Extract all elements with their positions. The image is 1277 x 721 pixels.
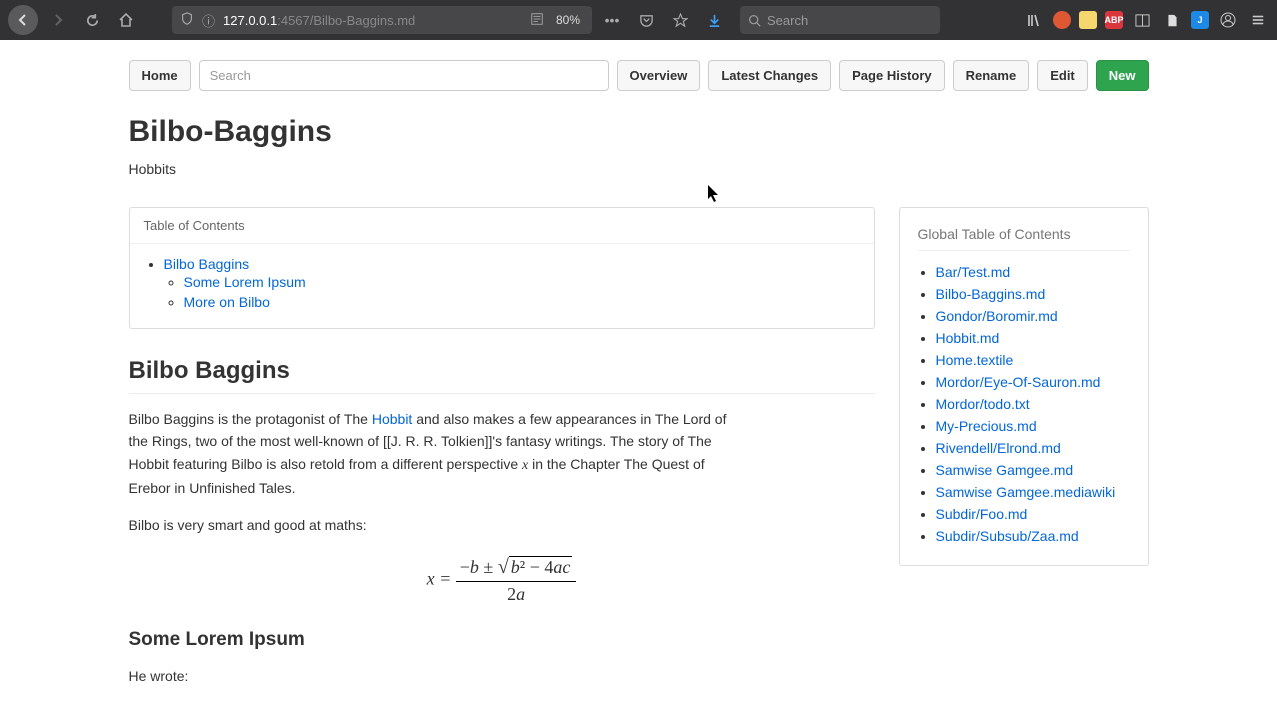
list-item: My-Precious.md [936,415,1130,437]
info-icon[interactable]: ⓘ [202,11,215,30]
gtoc-link[interactable]: Subdir/Foo.md [936,506,1028,522]
latest-changes-button[interactable]: Latest Changes [708,60,831,91]
list-item: Gondor/Boromir.md [936,305,1130,327]
paragraph: He wrote: [129,665,729,687]
wiki-toolbar: Home Overview Latest Changes Page Histor… [129,60,1149,91]
abp-icon[interactable]: ABP [1105,11,1123,29]
browser-toolbar: ⓘ 127.0.0.1:4567/Bilbo-Baggins.md 80% ••… [0,0,1277,40]
zoom-level[interactable]: 80% [552,13,584,27]
section-heading: Some Lorem Ipsum [129,629,875,651]
toc-item: Some Lorem Ipsum [184,272,860,292]
list-item: Subdir/Foo.md [936,503,1130,525]
forward-button[interactable] [44,6,72,34]
rename-button[interactable]: Rename [953,60,1030,91]
browser-search-bar[interactable]: Search [740,6,940,34]
gtoc-link[interactable]: Rivendell/Elrond.md [936,440,1061,456]
toc-item: Bilbo Baggins Some Lorem Ipsum More on B… [164,254,860,314]
gtoc-link[interactable]: Subdir/Subsub/Zaa.md [936,528,1079,544]
list-item: Mordor/todo.txt [936,393,1130,415]
global-toc-header: Global Table of Contents [918,226,1130,251]
toc-link[interactable]: Some Lorem Ipsum [184,274,306,290]
page-history-button[interactable]: Page History [839,60,944,91]
back-button[interactable] [8,5,38,35]
edit-button[interactable]: Edit [1037,60,1088,91]
sidebar-icon[interactable] [1131,9,1153,31]
list-item: Hobbit.md [936,327,1130,349]
gtoc-link[interactable]: Home.textile [936,352,1014,368]
gtoc-link[interactable]: Gondor/Boromir.md [936,308,1058,324]
list-item: Subdir/Subsub/Zaa.md [936,525,1130,547]
pocket-icon[interactable] [632,6,660,34]
search-placeholder: Search [767,13,808,28]
list-item: Bilbo-Baggins.md [936,283,1130,305]
paragraph: Bilbo Baggins is the protagonist of The … [129,408,729,500]
math-formula: x = −b ± √b² − 4ac 2a [129,556,875,605]
hobbit-link[interactable]: Hobbit [372,411,412,427]
menu-icon[interactable] [1247,9,1269,31]
account-icon[interactable] [1217,9,1239,31]
bookmark-star-icon[interactable] [666,6,694,34]
page-icon[interactable] [1161,9,1183,31]
paragraph: Bilbo is very smart and good at maths: [129,514,729,536]
extension-icon[interactable] [1079,11,1097,29]
global-toc-box: Global Table of Contents Bar/Test.md Bil… [899,207,1149,566]
gtoc-link[interactable]: Mordor/todo.txt [936,396,1030,412]
page-subtitle: Hobbits [129,161,1149,177]
library-icon[interactable] [1023,9,1045,31]
gtoc-link[interactable]: Mordor/Eye-Of-Sauron.md [936,374,1101,390]
home-button[interactable] [112,6,140,34]
list-item: Home.textile [936,349,1130,371]
toc-link[interactable]: More on Bilbo [184,294,270,310]
wiki-search-input[interactable] [199,60,609,91]
page-title: Bilbo-Baggins [129,115,1149,149]
list-item: Samwise Gamgee.md [936,459,1130,481]
reader-mode-icon[interactable] [530,12,544,29]
page-actions-icon[interactable]: ••• [598,6,626,34]
list-item: Mordor/Eye-Of-Sauron.md [936,371,1130,393]
new-button[interactable]: New [1096,60,1149,91]
overview-button[interactable]: Overview [617,60,701,91]
list-item: Bar/Test.md [936,261,1130,283]
duckduckgo-icon[interactable] [1053,11,1071,29]
gtoc-link[interactable]: Bilbo-Baggins.md [936,286,1046,302]
reload-button[interactable] [78,6,106,34]
list-item: Rivendell/Elrond.md [936,437,1130,459]
gtoc-link[interactable]: Samwise Gamgee.md [936,462,1074,478]
toc-link[interactable]: Bilbo Baggins [164,256,250,272]
gtoc-link[interactable]: Bar/Test.md [936,264,1011,280]
gtoc-link[interactable]: Samwise Gamgee.mediawiki [936,484,1116,500]
downloads-icon[interactable] [700,6,728,34]
home-button[interactable]: Home [129,60,191,91]
toc-header: Table of Contents [130,208,874,244]
section-heading: Bilbo Baggins [129,357,875,394]
toc-box: Table of Contents Bilbo Baggins Some Lor… [129,207,875,329]
list-item: Samwise Gamgee.mediawiki [936,481,1130,503]
global-toc-list: Bar/Test.md Bilbo-Baggins.md Gondor/Boro… [918,261,1130,547]
gtoc-link[interactable]: Hobbit.md [936,330,1000,346]
gtoc-link[interactable]: My-Precious.md [936,418,1037,434]
extension-j-icon[interactable]: J [1191,11,1209,29]
article-content: Bilbo Baggins Bilbo Baggins is the prota… [129,357,875,687]
shield-icon [180,12,194,29]
url-text: 127.0.0.1:4567/Bilbo-Baggins.md [223,13,522,28]
toc-item: More on Bilbo [184,292,860,312]
url-bar[interactable]: ⓘ 127.0.0.1:4567/Bilbo-Baggins.md 80% [172,6,592,34]
